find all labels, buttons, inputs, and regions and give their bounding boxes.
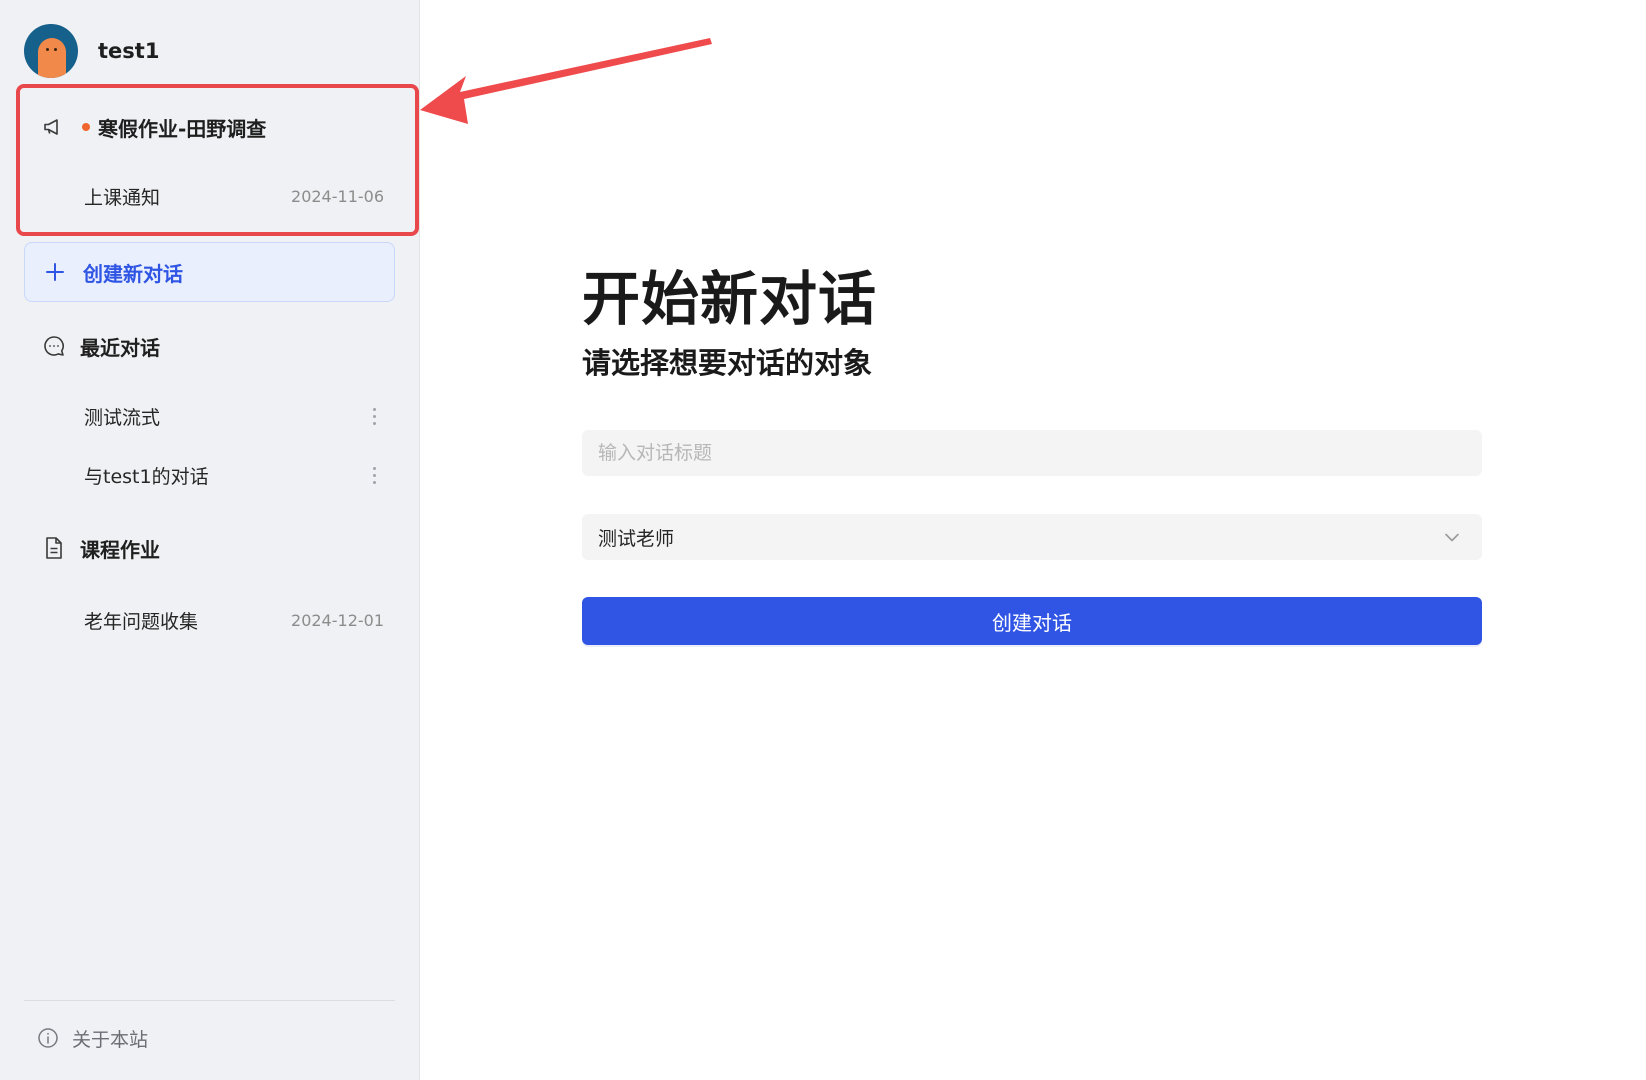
more-vertical-icon[interactable]: [364, 463, 384, 487]
select-value: 测试老师: [598, 527, 675, 550]
chat-item-label: 测试流式: [84, 406, 161, 429]
user-profile[interactable]: test1: [24, 24, 159, 78]
avatar-eye-right: [54, 48, 57, 51]
highlight-box: [16, 84, 419, 236]
avatar-figure: [38, 38, 66, 78]
recent-chats-header[interactable]: 最近对话: [26, 316, 396, 376]
about-label: 关于本站: [72, 1028, 149, 1051]
coursework-item-date: 2024-12-01: [291, 610, 384, 630]
avatar-eye-left: [46, 48, 49, 51]
chat-item-label: 与test1的对话: [84, 465, 209, 488]
coursework-label: 课程作业: [80, 537, 160, 562]
new-chat-label: 创建新对话: [83, 261, 183, 286]
chevron-down-icon: [1438, 523, 1466, 551]
more-vertical-icon[interactable]: [364, 404, 384, 428]
chat-target-select[interactable]: 测试老师: [582, 514, 1482, 560]
chat-list-item[interactable]: 与test1的对话: [26, 447, 396, 503]
chat-list-item[interactable]: 测试流式: [26, 388, 396, 444]
about-link[interactable]: 关于本站: [34, 1022, 148, 1054]
page-subtitle: 请选择想要对话的对象: [582, 346, 873, 380]
new-chat-button[interactable]: 创建新对话: [24, 242, 395, 302]
chat-bubble-icon: [40, 332, 68, 360]
avatar[interactable]: [24, 24, 78, 78]
footer-divider: [24, 1000, 395, 1001]
page-title: 开始新对话: [582, 265, 878, 333]
create-chat-button[interactable]: 创建对话: [582, 597, 1482, 645]
coursework-item[interactable]: 老年问题收集 2024-12-01: [26, 592, 396, 648]
document-icon: [40, 534, 68, 562]
chat-title-input[interactable]: [582, 430, 1482, 476]
username: test1: [98, 39, 160, 63]
recent-chats-label: 最近对话: [80, 335, 160, 360]
plus-icon: [41, 258, 69, 286]
coursework-header[interactable]: 课程作业: [26, 518, 396, 578]
annotation-arrow-icon: [420, 38, 712, 124]
info-icon: [34, 1024, 62, 1052]
coursework-item-label: 老年问题收集: [84, 610, 199, 633]
sidebar: test1 寒假作业-田野调查 上课通知 2024-11-06 创建新对话 最近…: [0, 0, 420, 1080]
app-root: test1 寒假作业-田野调查 上课通知 2024-11-06 创建新对话 最近…: [0, 0, 1646, 1080]
